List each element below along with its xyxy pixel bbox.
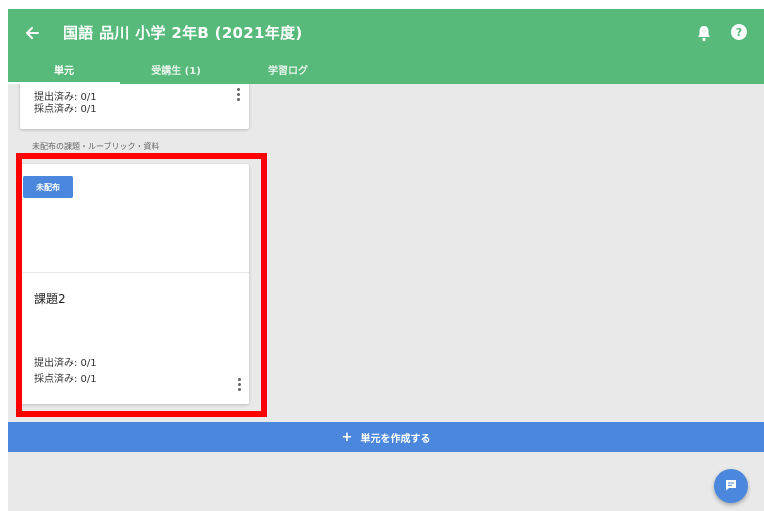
assignment-card-previous[interactable]: 提出済み: 0/1 採点済み: 0/1 xyxy=(20,84,249,129)
top-margin xyxy=(0,0,764,9)
create-unit-button[interactable]: + 単元を作成する xyxy=(8,422,764,452)
tab-students[interactable]: 受講生 (1) xyxy=(120,57,232,84)
tab-students-label: 受講生 (1) xyxy=(151,66,201,77)
tab-units-label: 単元 xyxy=(54,66,74,77)
graded-count: 採点済み: 0/1 xyxy=(34,374,97,385)
page-title: 国語 品川 小学 2年B (2021年度) xyxy=(63,24,303,42)
chat-icon xyxy=(724,477,738,496)
plus-icon: + xyxy=(341,429,353,445)
arrow-left-icon[interactable] xyxy=(22,23,42,43)
more-vert-icon[interactable] xyxy=(238,378,242,392)
app-bar: 国語 品川 小学 2年B (2021年度) ? 単元 受講生 (1) 学習ログ xyxy=(8,9,764,84)
tab-bar: 単元 受講生 (1) 学習ログ xyxy=(8,57,764,84)
tab-learning-log[interactable]: 学習ログ xyxy=(232,57,344,84)
submitted-count: 提出済み: 0/1 xyxy=(34,358,97,369)
footer-area xyxy=(8,452,764,511)
help-icon[interactable]: ? xyxy=(730,23,748,41)
section-heading: 未配布の課題・ルーブリック・資料 xyxy=(32,142,160,151)
tab-learning-log-label: 学習ログ xyxy=(268,66,308,77)
more-vert-icon[interactable] xyxy=(237,88,241,102)
svg-text:?: ? xyxy=(736,26,742,39)
assignment-card[interactable]: 未配布 課題2 提出済み: 0/1 採点済み: 0/1 xyxy=(20,164,249,404)
card-divider xyxy=(20,272,249,273)
tab-units[interactable]: 単元 xyxy=(8,57,120,84)
main-content: 提出済み: 0/1 採点済み: 0/1 未配布の課題・ルーブリック・資料 未配布… xyxy=(8,84,764,422)
bell-icon[interactable] xyxy=(696,24,712,42)
assignment-title[interactable]: 課題2 xyxy=(34,290,66,307)
left-margin xyxy=(0,0,8,511)
undistributed-badge: 未配布 xyxy=(23,176,73,198)
graded-count: 採点済み: 0/1 xyxy=(34,104,97,115)
chat-button[interactable] xyxy=(714,469,748,503)
create-unit-label: 単元を作成する xyxy=(360,433,431,445)
